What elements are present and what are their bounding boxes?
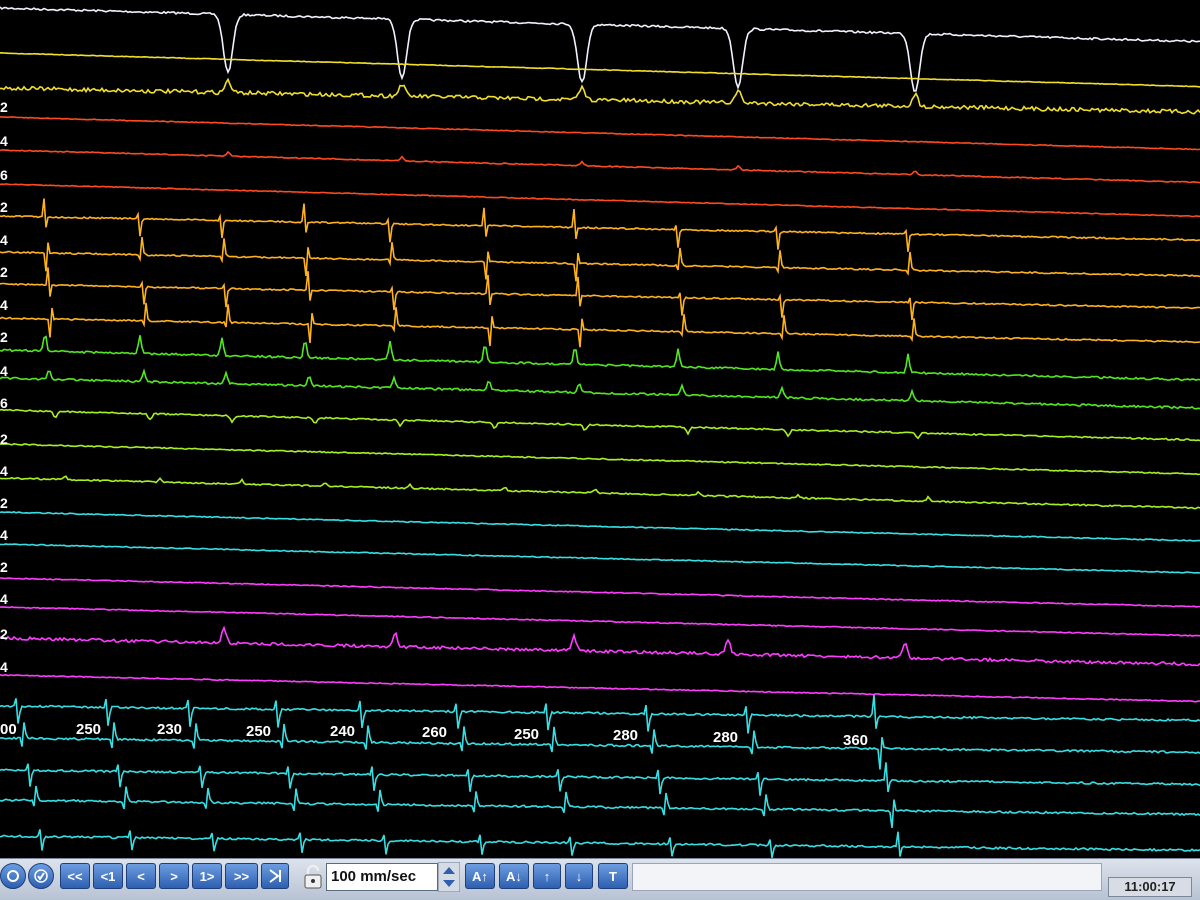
- clock-display: 11:00:17: [1108, 877, 1192, 897]
- amplitude-up-button[interactable]: A↑: [465, 863, 495, 889]
- trace-orange-3: [0, 267, 1200, 321]
- cycle-length-annotation: 00: [0, 721, 17, 738]
- cycle-length-annotation: 280: [713, 729, 739, 746]
- trace-magenta-4: [0, 673, 1200, 703]
- channel-label: 2: [0, 496, 8, 510]
- cycle-length-annotation: 280: [613, 727, 639, 744]
- trace-surface-ecg: [0, 6, 1200, 92]
- trace-orange-red-1: [0, 116, 1200, 151]
- trace-cyan-cath-4: [0, 785, 1200, 829]
- trace-cyan-cath-3: [0, 762, 1200, 796]
- channel-label: 2: [0, 265, 8, 279]
- forward-button[interactable]: >: [159, 863, 189, 889]
- trace-orange-red-2: [0, 148, 1200, 184]
- back-button[interactable]: <: [126, 863, 156, 889]
- first-page-button[interactable]: <<: [60, 863, 90, 889]
- channel-label: 6: [0, 168, 8, 182]
- trace-magenta-3: [0, 625, 1200, 667]
- channel-label: 6: [0, 396, 8, 410]
- trace-orange-4: [0, 302, 1200, 348]
- trace-magenta-2: [0, 605, 1200, 637]
- last-page-button[interactable]: >>: [225, 863, 258, 889]
- cycle-length-annotation: 260: [422, 724, 448, 741]
- channel-label: 4: [0, 464, 8, 478]
- sweep-speed-stepper[interactable]: [437, 861, 461, 893]
- channel-label: 2: [0, 627, 8, 641]
- trace-magenta-1: [0, 577, 1200, 608]
- channel-label: 4: [0, 660, 8, 674]
- status-area: [632, 863, 1102, 891]
- go-to-end-button[interactable]: [261, 863, 289, 889]
- trace-orange-1: [0, 198, 1200, 252]
- trace-orange-2: [0, 236, 1200, 282]
- trace-yellow-2: [0, 77, 1200, 115]
- channel-label: 4: [0, 364, 8, 378]
- channel-label: 4: [0, 298, 8, 312]
- channel-label: 2: [0, 432, 8, 446]
- sweep-speed-field[interactable]: 100 mm/sec: [326, 863, 438, 891]
- review-toolbar: << <1 < > 1> >> 100 mm/sec A↑ A↓ ↑ ↓ T 1…: [0, 858, 1200, 900]
- channel-label: 4: [0, 528, 8, 542]
- back-one-button[interactable]: <1: [93, 863, 123, 889]
- trace-yellow-1: [0, 51, 1200, 88]
- channel-label: 2: [0, 560, 8, 574]
- trace-orange-red-3: [0, 183, 1200, 218]
- trace-cyan-1: [0, 510, 1200, 542]
- trace-cyan-cath-5: [0, 829, 1200, 858]
- marker-icon[interactable]: [0, 863, 26, 889]
- channel-label: 2: [0, 200, 8, 214]
- cycle-length-annotation: 230: [157, 721, 183, 738]
- amplitude-down-button[interactable]: A↓: [499, 863, 529, 889]
- channel-label: 2: [0, 330, 8, 344]
- check-icon[interactable]: [28, 863, 54, 889]
- trace-green-3: [0, 408, 1200, 442]
- lock-icon[interactable]: [302, 863, 324, 891]
- move-down-button[interactable]: ↓: [565, 863, 593, 889]
- t-button[interactable]: T: [598, 863, 628, 889]
- cycle-length-annotation: 240: [330, 723, 356, 740]
- cycle-length-annotation: 250: [246, 723, 272, 740]
- channel-label: 4: [0, 233, 8, 247]
- channel-label: 4: [0, 592, 8, 606]
- cycle-length-annotation: 250: [76, 721, 102, 738]
- channel-label: 2: [0, 100, 8, 114]
- trace-green-1: [0, 335, 1200, 382]
- trace-green-5: [0, 475, 1200, 510]
- trace-green-2: [0, 368, 1200, 410]
- cycle-length-annotation: 360: [843, 732, 869, 749]
- cycle-length-annotation: 250: [514, 726, 540, 743]
- trace-cyan-2: [0, 543, 1200, 574]
- move-up-button[interactable]: ↑: [533, 863, 561, 889]
- forward-one-button[interactable]: 1>: [192, 863, 222, 889]
- end-arrow-icon: [269, 869, 281, 883]
- channel-label: 4: [0, 134, 8, 148]
- trace-green-4: [0, 442, 1200, 476]
